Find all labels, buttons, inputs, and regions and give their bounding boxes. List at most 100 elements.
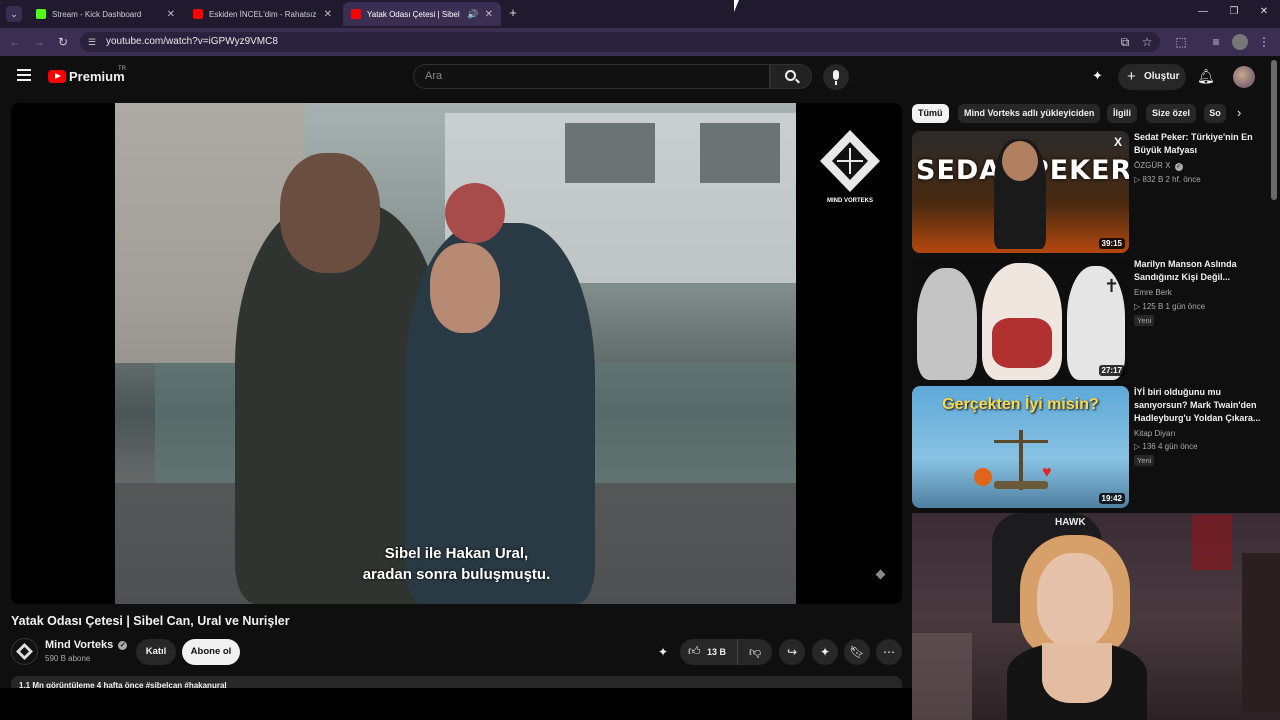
tab-title: Eskiden İNCEL'dim - Rahatsız E	[209, 9, 318, 19]
heart-icon: ♥	[1042, 464, 1052, 481]
thumbs-up-icon: 👍︎	[688, 644, 701, 658]
hamburger-menu-icon[interactable]	[17, 69, 31, 81]
address-input[interactable]: ☰ youtube.com/watch?v=iGPWyz9VMC8	[80, 32, 1160, 52]
recommended-channel-name: ÖZGÜR X	[1134, 161, 1171, 170]
youtube-masthead: Premium TR Ara ✦ + Oluştur 🔔︎	[0, 56, 1280, 100]
recommended-video-meta: ▷ 125 B 1 gün önce	[1134, 302, 1206, 311]
notifications-bell-icon[interactable]: 🔔︎	[1197, 68, 1215, 85]
cross-icon: ✝	[1104, 276, 1120, 296]
channel-watermark[interactable]: MIND VORTEKS	[817, 128, 883, 208]
scale-icon	[994, 426, 1048, 496]
site-info-icon[interactable]: ☰	[88, 32, 96, 52]
share-button[interactable]: ↪	[779, 639, 805, 665]
subscribe-button[interactable]: Abone ol	[182, 639, 240, 665]
new-badge: Yeni	[1134, 315, 1155, 326]
sidebar-scrollbar[interactable]	[1271, 60, 1277, 200]
browser-toolbar: ← → ↻ ☰ youtube.com/watch?v=iGPWyz9VMC8 …	[0, 28, 1280, 56]
recommended-channel[interactable]: Emre Berk	[1134, 288, 1172, 297]
save-bookmark-button[interactable]: 🔖︎	[844, 639, 870, 665]
poster-text: HAWK	[1055, 517, 1086, 528]
forward-arrow-icon[interactable]: →	[31, 34, 47, 50]
browser-tab-incel[interactable]: Eskiden İNCEL'dim - Rahatsız E ✕	[185, 2, 340, 26]
browser-tab-bar: ⌄ Stream - Kick Dashboard ✕ Eskiden İNCE…	[0, 0, 1280, 28]
channel-name[interactable]: Mind Vorteks ✓	[45, 639, 128, 651]
verified-check-icon: ✓	[1174, 163, 1183, 171]
ai-sparkle-button[interactable]: ✦	[812, 639, 838, 665]
youtube-play-icon	[48, 70, 66, 83]
ai-sparkle-icon[interactable]: ✦	[1092, 68, 1103, 84]
more-actions-button[interactable]: ⋯	[876, 639, 902, 665]
ask-ai-icon[interactable]: ✦	[650, 639, 676, 665]
media-controls-icon[interactable]: ≡	[1208, 34, 1224, 50]
chip-from-uploader[interactable]: Mind Vorteks adlı yükleyiciden	[958, 104, 1101, 123]
recommended-video-title[interactable]: Marilyn Manson Aslında Sandığınız Kişi D…	[1134, 258, 1262, 284]
create-button[interactable]: + Oluştur	[1118, 64, 1186, 90]
voice-search-button[interactable]	[823, 64, 849, 90]
chips-next-arrow-icon[interactable]: ›	[1237, 105, 1241, 120]
channel-name-text: Mind Vorteks	[45, 639, 114, 651]
microphone-icon	[833, 70, 839, 80]
region-label: TR	[118, 66, 126, 72]
recommended-video-title[interactable]: Sedat Peker: Türkiye'nin En Büyük Mafyas…	[1134, 131, 1262, 157]
like-dislike-group: 👍︎ 13 B 👎︎	[680, 639, 772, 665]
youtube-favicon-icon	[193, 9, 203, 19]
recommended-video[interactable]: SEDAT PEKER 39:15 X Sedat Peker: Türkiye…	[912, 131, 1280, 253]
reload-icon[interactable]: ↻	[55, 34, 71, 50]
video-title: Yatak Odası Çetesi | Sibel Can, Ural ve …	[11, 614, 290, 628]
tab-search-button[interactable]: ⌄	[6, 6, 22, 22]
account-avatar[interactable]	[1233, 66, 1255, 88]
recommended-channel[interactable]: Kitap Diyarı	[1134, 429, 1175, 438]
chip-all[interactable]: Tümü	[912, 104, 949, 123]
extensions-icon[interactable]: ⬚	[1173, 34, 1189, 50]
video-thumbnail[interactable]: ✝ 27:17	[912, 258, 1129, 380]
recommended-video[interactable]: Gerçekten İyi misin? ♥ 19:42 İYİ biri ol…	[912, 386, 1280, 508]
video-thumbnail[interactable]: Gerçekten İyi misin? ♥ 19:42	[912, 386, 1129, 508]
join-button[interactable]: Katıl	[136, 639, 176, 665]
streamer-webcam: HAWK	[912, 513, 1280, 720]
plus-icon: +	[1127, 68, 1136, 85]
bottom-overlay	[0, 688, 912, 720]
video-thumbnail[interactable]: SEDAT PEKER 39:15	[912, 131, 1129, 253]
tab-close-icon[interactable]: ✕	[167, 9, 175, 20]
profile-avatar-icon[interactable]	[1232, 34, 1248, 50]
kick-favicon-icon	[36, 9, 46, 19]
recommended-video-meta: ▷ 136 4 gün önce	[1134, 442, 1198, 451]
channel-avatar[interactable]	[11, 638, 38, 665]
bookmark-star-icon[interactable]: ☆	[1139, 34, 1155, 50]
like-button[interactable]: 👍︎ 13 B	[680, 639, 738, 665]
recommended-video-meta: ▷ 832 B 2 hf. önce	[1134, 175, 1201, 184]
video-frame	[115, 103, 796, 604]
mouse-cursor-icon	[734, 0, 739, 12]
search-input[interactable]: Ara	[413, 64, 770, 89]
tab-close-icon[interactable]: ✕	[485, 9, 493, 20]
new-badge: Yeni	[1134, 455, 1155, 466]
tab-close-icon[interactable]: ✕	[324, 9, 332, 20]
dislike-button[interactable]: 👎︎	[740, 639, 772, 665]
search-button[interactable]	[770, 64, 812, 89]
channel-logo-x-icon: X	[1114, 135, 1123, 149]
tab-audio-icon[interactable]: 🔊	[467, 9, 478, 20]
browser-tab-active[interactable]: Yatak Odası Çetesi | Sibel C 🔊 ✕	[343, 2, 501, 26]
thumbs-down-icon: 👎︎	[749, 645, 762, 659]
chip-partial[interactable]: So	[1204, 104, 1226, 123]
browser-tab-kick[interactable]: Stream - Kick Dashboard ✕	[28, 2, 183, 26]
like-count: 13 B	[707, 647, 727, 657]
browser-menu-icon[interactable]: ⋮	[1256, 34, 1272, 50]
tab-title: Yatak Odası Çetesi | Sibel C	[367, 9, 462, 19]
recommended-channel[interactable]: ÖZGÜR X ✓	[1134, 161, 1183, 171]
chip-for-you[interactable]: Size özel	[1146, 104, 1197, 123]
back-arrow-icon[interactable]: ←	[7, 34, 23, 50]
maximize-button[interactable]: ❐	[1227, 6, 1241, 20]
new-tab-button[interactable]: +	[506, 6, 520, 20]
subscriber-count: 590 B abone	[45, 654, 91, 663]
install-app-icon[interactable]: ⧉	[1117, 34, 1133, 50]
tab-title: Stream - Kick Dashboard	[52, 9, 142, 19]
close-window-button[interactable]: ✕	[1257, 6, 1271, 20]
url-text: youtube.com/watch?v=iGPWyz9VMC8	[106, 36, 278, 47]
video-player[interactable]: MIND VORTEKS Sibel ile Hakan Ural, arada…	[11, 103, 902, 604]
chip-related[interactable]: İlgili	[1107, 104, 1137, 123]
minimize-button[interactable]: —	[1196, 6, 1210, 20]
recommended-video-title[interactable]: İYİ biri olduğunu mu sanıyorsun? Mark Tw…	[1134, 386, 1262, 425]
youtube-logo[interactable]: Premium TR	[48, 66, 138, 88]
recommended-video[interactable]: ✝ 27:17 Marilyn Manson Aslında Sandığını…	[912, 258, 1280, 380]
